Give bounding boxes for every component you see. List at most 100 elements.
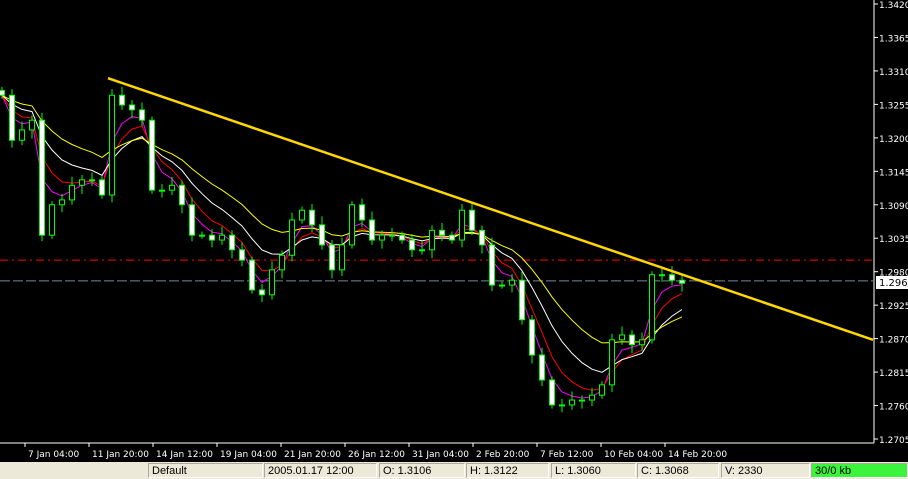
bear-candle [329, 244, 335, 271]
time-tick-label: 26 Jan 12:00 [348, 450, 405, 460]
bull-candle [109, 94, 115, 196]
bear-candle [129, 104, 135, 111]
price-tick-label: 1.3090 [879, 202, 908, 212]
bear-candle [679, 279, 685, 284]
bull-candle [559, 404, 565, 407]
bull-candle [609, 339, 615, 386]
bear-candle [309, 209, 315, 226]
bull-candle [89, 179, 95, 182]
bear-candle [439, 229, 445, 236]
bear-candle [139, 109, 145, 121]
bear-candle [39, 119, 45, 236]
bull-candle [589, 394, 595, 401]
bull-candle [379, 234, 385, 241]
bull-candle [269, 269, 275, 296]
bear-candle [539, 354, 545, 381]
time-tick-label: 2 Feb 20:00 [476, 450, 530, 460]
chart-background [0, 0, 908, 462]
time-tick-label: 11 Jan 20:00 [92, 450, 149, 460]
bear-candle [0, 89, 5, 96]
bear-candle [9, 94, 15, 141]
bull-candle [419, 249, 425, 252]
price-tick-label: 1.3310 [879, 68, 908, 78]
bear-candle [259, 289, 265, 296]
bear-candle [119, 94, 125, 106]
bull-candle [639, 339, 645, 346]
bear-candle [249, 259, 255, 291]
time-tick-label: 14 Feb 20:00 [668, 450, 727, 460]
bull-candle [49, 204, 55, 236]
bull-candle [499, 284, 505, 287]
bear-candle [319, 224, 325, 246]
bear-candle [549, 379, 555, 406]
bear-candle [239, 249, 245, 261]
bull-candle [279, 254, 285, 271]
time-tick-label: 21 Jan 20:00 [284, 450, 341, 460]
bear-candle [359, 204, 365, 221]
status-volume: V: 2330 [721, 463, 810, 478]
bear-candle [149, 119, 155, 191]
bull-candle [389, 234, 395, 237]
price-tick-label: 1.2705 [879, 436, 908, 446]
bear-candle [479, 229, 485, 246]
bull-candle [619, 334, 625, 341]
bull-candle [59, 199, 65, 206]
bull-candle [29, 119, 35, 131]
bear-candle [209, 234, 215, 241]
current-price-label: 1.2965 [876, 276, 908, 289]
bear-candle [369, 219, 375, 241]
bull-candle [299, 209, 305, 221]
bear-candle [629, 334, 635, 346]
status-profile: Default [148, 463, 263, 478]
status-high: H: 1.3122 [466, 463, 549, 478]
status-traffic: 30/0 kb [811, 463, 908, 478]
time-tick-label: 7 Jan 04:00 [28, 450, 80, 460]
price-tick-label: 1.2760 [879, 403, 908, 413]
bear-candle [529, 319, 535, 356]
time-tick-label: 31 Jan 04:00 [412, 450, 469, 460]
price-tick-label: 1.3200 [879, 135, 908, 145]
bull-candle [79, 179, 85, 186]
price-tick-label: 1.3035 [879, 235, 908, 245]
bull-candle [159, 189, 165, 192]
status-open: O: 1.3106 [379, 463, 465, 478]
bull-candle [339, 244, 345, 271]
price-tick-label: 1.2925 [879, 302, 908, 312]
price-tick-label: 1.2870 [879, 336, 908, 346]
bull-candle [219, 234, 225, 241]
bear-candle [409, 239, 415, 251]
bull-candle [169, 184, 175, 191]
status-bar: Default 2005.01.17 12:00 O: 1.3106 H: 1.… [0, 462, 908, 479]
bear-candle [669, 274, 675, 281]
time-tick-label: 14 Jan 12:00 [156, 450, 213, 460]
bear-candle [519, 279, 525, 321]
bear-candle [179, 184, 185, 206]
current-price-text: 1.2965 [879, 278, 908, 289]
bull-candle [429, 229, 435, 251]
bull-candle [509, 279, 515, 286]
bear-candle [229, 234, 235, 251]
status-datetime: 2005.01.17 12:00 [264, 463, 377, 478]
bull-candle [599, 384, 605, 396]
bull-candle [289, 219, 295, 256]
price-tick-label: 1.3255 [879, 101, 908, 111]
bull-candle [569, 399, 575, 406]
time-tick-label: 7 Feb 12:00 [540, 450, 594, 460]
bear-candle [489, 244, 495, 286]
time-tick-label: 10 Feb 04:00 [604, 450, 663, 460]
price-tick-label: 1.3145 [879, 168, 908, 178]
bull-candle [69, 184, 75, 201]
bull-candle [349, 204, 355, 246]
bear-candle [99, 179, 105, 196]
bull-candle [579, 399, 585, 402]
bull-candle [459, 209, 465, 241]
price-tick-label: 1.2815 [879, 369, 908, 379]
price-chart[interactable]: 1.3420 1.3365 1.3310 1.3255 1.3200 1.3145 1.30… [0, 0, 908, 462]
price-tick-label: 1.3365 [879, 34, 908, 44]
bear-candle [189, 204, 195, 236]
status-low: L: 1.3060 [551, 463, 636, 478]
bull-candle [19, 129, 25, 141]
time-tick-label: 19 Jan 04:00 [220, 450, 277, 460]
bear-candle [399, 234, 405, 241]
bear-candle [449, 234, 455, 241]
